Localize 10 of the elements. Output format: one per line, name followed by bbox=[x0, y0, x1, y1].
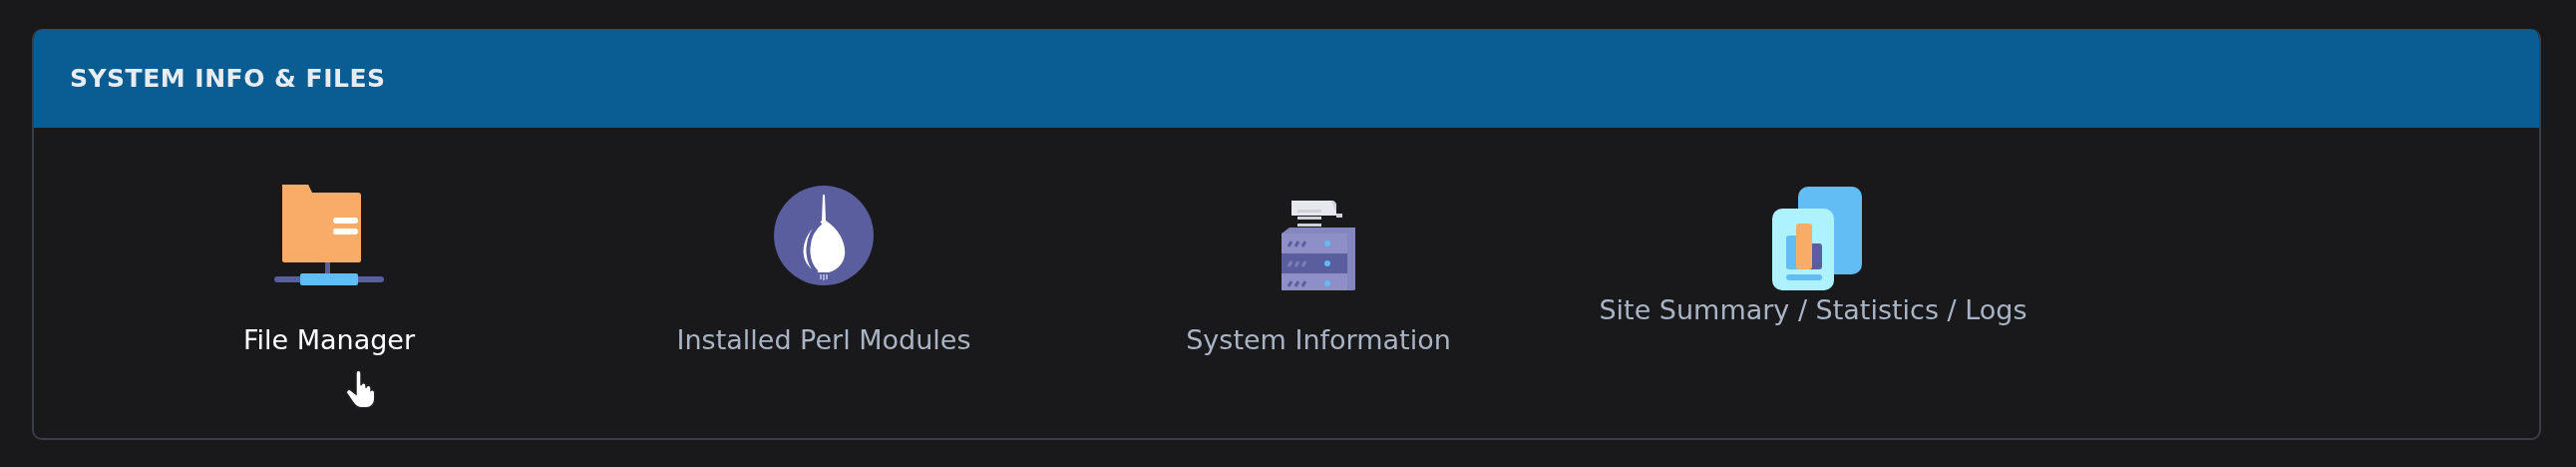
panel-title: SYSTEM INFO & FILES bbox=[70, 64, 386, 93]
app-label: Installed Perl Modules bbox=[675, 322, 972, 357]
hand-pointer-icon bbox=[346, 370, 376, 408]
app-link[interactable]: Installed Perl Modules bbox=[576, 128, 1071, 388]
app-link[interactable]: Site Summary / Statistics / Logs bbox=[1566, 128, 2060, 388]
app-label: Site Summary / Statistics / Logs bbox=[1599, 292, 2027, 327]
app-link[interactable]: File Manager bbox=[82, 128, 576, 388]
app-label: System Information bbox=[1185, 322, 1452, 357]
app-link[interactable]: System Information bbox=[1071, 128, 1566, 388]
app-label: File Manager bbox=[241, 322, 417, 357]
